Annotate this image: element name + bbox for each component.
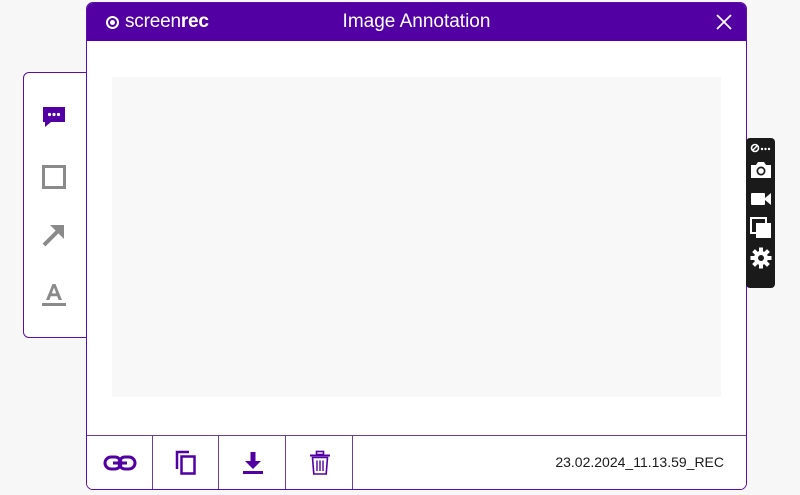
close-button[interactable]	[714, 12, 734, 32]
copy-icon	[175, 450, 196, 475]
comment-tool-button[interactable]	[38, 101, 70, 133]
gallery-button[interactable]	[748, 216, 773, 240]
video-icon	[750, 193, 771, 205]
screenrec-app: screen rec Image Annotation 23.02.2024_1…	[0, 0, 800, 495]
gallery-icon	[749, 217, 771, 238]
comment-icon	[43, 107, 65, 127]
arrow-tool-button[interactable]	[38, 219, 70, 251]
download-button[interactable]	[220, 436, 286, 489]
screenshot-button[interactable]	[748, 158, 773, 182]
link-icon	[103, 455, 136, 470]
download-icon	[242, 451, 263, 474]
copy-image-button[interactable]	[153, 436, 219, 489]
file-name-label: 23.02.2024_11.13.59_REC	[555, 454, 724, 470]
annotation-toolbar	[23, 72, 93, 338]
image-canvas[interactable]	[112, 77, 721, 397]
rectangle-tool-button[interactable]	[38, 161, 70, 193]
text-tool-button[interactable]	[38, 279, 70, 311]
close-icon	[716, 14, 732, 30]
square-icon	[42, 165, 66, 189]
arrow-icon	[42, 225, 64, 247]
text-icon	[42, 284, 66, 306]
delete-button[interactable]	[287, 436, 353, 489]
copy-link-button[interactable]	[87, 436, 153, 489]
link-more-icon	[750, 143, 770, 153]
title-bar: screen rec Image Annotation	[87, 3, 746, 41]
footer-bar: 23.02.2024_11.13.59_REC	[87, 435, 746, 489]
camera-icon	[750, 162, 771, 178]
window-title: Image Annotation	[342, 11, 491, 32]
share-more-button[interactable]	[748, 140, 773, 156]
floating-control-bar	[746, 138, 775, 288]
trash-icon	[309, 450, 330, 475]
annotation-window: screen rec Image Annotation 23.02.2024_1…	[86, 2, 747, 490]
record-video-button[interactable]	[748, 187, 773, 211]
settings-button[interactable]	[748, 246, 773, 270]
gear-icon	[750, 247, 771, 269]
